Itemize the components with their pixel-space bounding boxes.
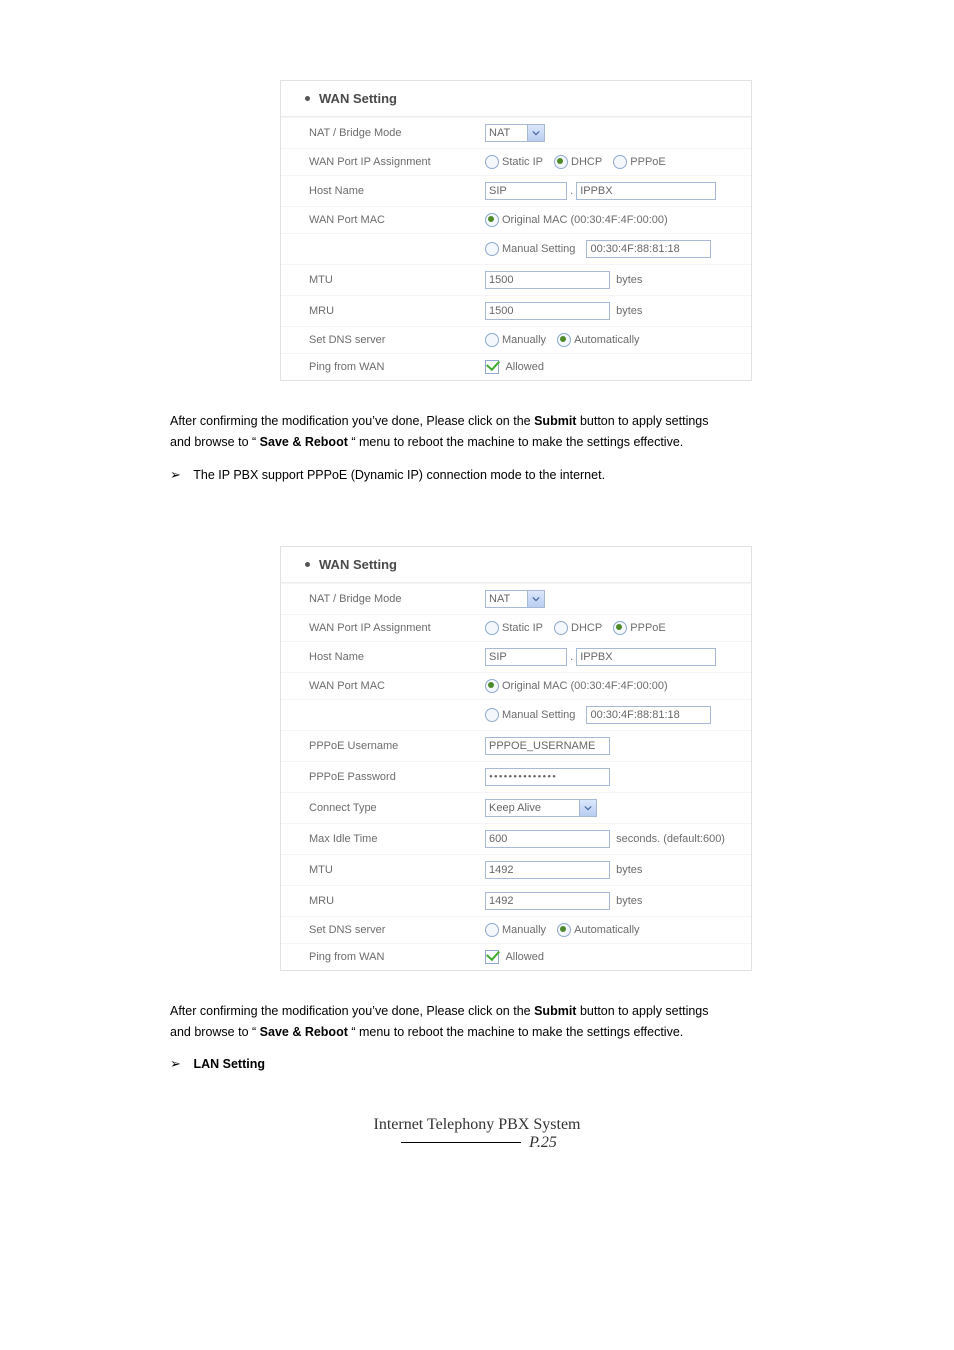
mtu-input[interactable]: 1500 bbox=[485, 271, 610, 289]
row-nat-bridge: NAT / Bridge Mode NAT bbox=[281, 118, 751, 149]
hostname-2-input[interactable]: IPPBX bbox=[576, 648, 716, 666]
label: NAT / Bridge Mode bbox=[281, 118, 485, 149]
radio-dhcp[interactable] bbox=[554, 155, 568, 169]
underline-icon bbox=[401, 1142, 521, 1143]
label: Host Name bbox=[281, 176, 485, 207]
row-ping: Ping from WAN Allowed bbox=[281, 354, 751, 381]
chevron-down-icon bbox=[579, 800, 596, 816]
row-ip-assign: WAN Port IP Assignment Static IP DHCP PP… bbox=[281, 149, 751, 176]
wan-setting-panel-dhcp: WAN Setting NAT / Bridge Mode NAT WAN Po… bbox=[280, 80, 752, 381]
row-wan-mac-manual: Manual Setting 00:30:4F:88:81:18 bbox=[281, 699, 751, 730]
radio-pppoe[interactable] bbox=[613, 155, 627, 169]
label: Set DNS server bbox=[281, 327, 485, 354]
mru-input[interactable]: 1492 bbox=[485, 892, 610, 910]
row-mtu: MTU 1492 bytes bbox=[281, 854, 751, 885]
pppoe-username-input[interactable]: PPPOE_USERNAME bbox=[485, 737, 610, 755]
row-mru: MRU 1500 bytes bbox=[281, 296, 751, 327]
panel-title: WAN Setting bbox=[319, 557, 397, 572]
row-ip-assign: WAN Port IP Assignment Static IP DHCP PP… bbox=[281, 614, 751, 641]
radio-manual-mac[interactable] bbox=[485, 242, 499, 256]
radio-dns-manual[interactable] bbox=[485, 333, 499, 347]
radio-dns-auto[interactable] bbox=[557, 333, 571, 347]
label: Ping from WAN bbox=[281, 354, 485, 381]
radio-dhcp[interactable] bbox=[554, 621, 568, 635]
doc-paragraph-a: After confirming the modification you’ve… bbox=[170, 411, 850, 486]
radio-original-mac[interactable] bbox=[485, 679, 499, 693]
label: MTU bbox=[281, 265, 485, 296]
ping-allowed-checkbox[interactable] bbox=[485, 360, 499, 374]
panel-heading: WAN Setting bbox=[281, 547, 751, 583]
label: WAN Port MAC bbox=[281, 207, 485, 234]
bullet-icon bbox=[305, 96, 310, 101]
ping-allowed-checkbox[interactable] bbox=[485, 950, 499, 964]
hostname-1-input[interactable]: SIP bbox=[485, 648, 567, 666]
radio-pppoe[interactable] bbox=[613, 621, 627, 635]
chevron-down-icon bbox=[527, 125, 544, 141]
row-wan-mac-original: WAN Port MAC Original MAC (00:30:4F:4F:0… bbox=[281, 672, 751, 699]
radio-dns-manual[interactable] bbox=[485, 923, 499, 937]
hostname-1-input[interactable]: SIP bbox=[485, 182, 567, 200]
row-dns: Set DNS server Manually Automatically bbox=[281, 327, 751, 354]
connect-type-select[interactable]: Keep Alive bbox=[485, 799, 597, 817]
row-connect-type: Connect Type Keep Alive bbox=[281, 792, 751, 823]
row-hostname: Host Name SIP . IPPBX bbox=[281, 641, 751, 672]
row-ping: Ping from WAN Allowed bbox=[281, 943, 751, 970]
radio-manual-mac[interactable] bbox=[485, 708, 499, 722]
radio-original-mac[interactable] bbox=[485, 213, 499, 227]
doc-footer-title: Internet Telephony PBX System P.25 bbox=[317, 1116, 637, 1152]
mru-input[interactable]: 1500 bbox=[485, 302, 610, 320]
nat-bridge-select[interactable]: NAT bbox=[485, 124, 545, 142]
row-pppoe-pass: PPPoE Password •••••••••••••• bbox=[281, 761, 751, 792]
arrow-bullet-icon: ➢ bbox=[170, 464, 190, 486]
panel-title: WAN Setting bbox=[319, 91, 397, 106]
row-pppoe-user: PPPoE Username PPPOE_USERNAME bbox=[281, 730, 751, 761]
label: MRU bbox=[281, 296, 485, 327]
doc-paragraph-b: After confirming the modification you’ve… bbox=[170, 1001, 850, 1076]
manual-mac-input[interactable]: 00:30:4F:88:81:18 bbox=[586, 706, 711, 724]
arrow-bullet-icon: ➢ bbox=[170, 1053, 190, 1075]
radio-static-ip[interactable] bbox=[485, 621, 499, 635]
row-wan-mac-manual: Manual Setting 00:30:4F:88:81:18 bbox=[281, 234, 751, 265]
pppoe-password-input[interactable]: •••••••••••••• bbox=[485, 768, 610, 786]
panel-heading: WAN Setting bbox=[281, 81, 751, 117]
hostname-2-input[interactable]: IPPBX bbox=[576, 182, 716, 200]
row-mru: MRU 1492 bytes bbox=[281, 885, 751, 916]
row-max-idle: Max Idle Time 600 seconds. (default:600) bbox=[281, 823, 751, 854]
radio-dns-auto[interactable] bbox=[557, 923, 571, 937]
mtu-input[interactable]: 1492 bbox=[485, 861, 610, 879]
radio-static-ip[interactable] bbox=[485, 155, 499, 169]
row-dns: Set DNS server Manually Automatically bbox=[281, 916, 751, 943]
wan-setting-panel-pppoe: WAN Setting NAT / Bridge Mode NAT WAN Po… bbox=[280, 546, 752, 971]
manual-mac-input[interactable]: 00:30:4F:88:81:18 bbox=[586, 240, 711, 258]
row-nat-bridge: NAT / Bridge Mode NAT bbox=[281, 583, 751, 614]
max-idle-input[interactable]: 600 bbox=[485, 830, 610, 848]
nat-bridge-select[interactable]: NAT bbox=[485, 590, 545, 608]
bullet-icon bbox=[305, 562, 310, 567]
row-mtu: MTU 1500 bytes bbox=[281, 265, 751, 296]
row-wan-mac-original: WAN Port MAC Original MAC (00:30:4F:4F:0… bbox=[281, 207, 751, 234]
label: WAN Port IP Assignment bbox=[281, 149, 485, 176]
row-hostname: Host Name SIP . IPPBX bbox=[281, 176, 751, 207]
chevron-down-icon bbox=[527, 591, 544, 607]
